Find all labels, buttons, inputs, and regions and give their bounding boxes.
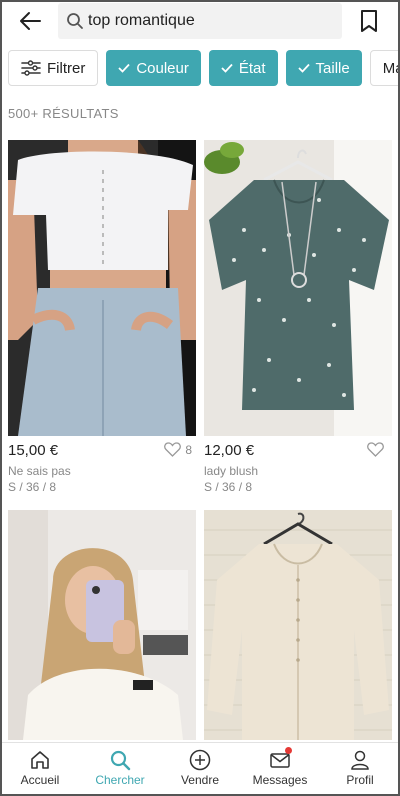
filter-chips: Filtrer Couleur État Taille Marqu [8,50,400,86]
product-price: 12,00 € [204,442,255,459]
heart-icon [367,442,384,457]
bookmark-icon[interactable] [358,9,380,33]
filter-chip-taille[interactable]: Taille [285,50,362,86]
nav-item-messages[interactable]: Messages [240,743,320,796]
nav-label: Accueil [20,773,60,787]
search-input[interactable]: top romantique [58,3,342,39]
product-size: S / 36 / 8 [204,480,253,494]
filter-chip-label: Taille [315,59,350,77]
filter-chip-etat[interactable]: État [208,50,278,86]
search-icon [110,750,131,771]
filter-label: Filtrer [47,59,86,77]
nav-label: Vendre [180,773,220,787]
product-photo[interactable] [204,510,392,740]
product-card[interactable] [204,510,392,740]
nav-item-chercher[interactable]: Chercher [80,743,160,796]
search-query[interactable]: top romantique [88,12,195,30]
nav-label: Messages [252,773,308,787]
top-bar: top romantique [0,0,400,44]
nav-item-profil[interactable]: Profil [320,743,400,796]
product-card[interactable]: 15,00 € Ne sais pas S / 36 / 8 8 [8,140,196,494]
plus-circle-icon [189,749,211,771]
sliders-icon [21,60,41,76]
product-photo[interactable] [204,140,392,436]
product-brand: lady blush [204,464,259,478]
nav-item-vendre[interactable]: Vendre [160,743,240,796]
product-meta: 12,00 € lady blush S / 36 / 8 [204,436,392,494]
favorite-button[interactable] [367,442,388,457]
filter-chip-marque[interactable]: Marqu [369,50,400,86]
nav-label: Profil [346,773,374,787]
product-photo[interactable] [8,510,196,740]
back-arrow-icon[interactable] [18,10,42,32]
results-count: 500+ RÉSULTATS [8,106,119,121]
nav-label: Chercher [95,773,145,787]
favorite-count: 8 [185,442,192,457]
bottom-nav: Accueil Chercher Vendre Messages Profil [0,742,400,796]
filter-chip-label: État [238,59,266,77]
filter-chip-label: Marqu [382,59,400,77]
product-meta: 15,00 € Ne sais pas S / 36 / 8 8 [8,436,196,494]
check-icon [118,63,130,73]
product-card[interactable] [8,510,196,740]
product-card[interactable]: 12,00 € lady blush S / 36 / 8 [204,140,392,494]
check-icon [221,63,233,73]
notification-badge [285,747,292,754]
nav-item-accueil[interactable]: Accueil [0,743,80,796]
filter-chip-couleur[interactable]: Couleur [106,50,201,86]
filter-chip-label: Couleur [136,59,189,77]
filter-button[interactable]: Filtrer [8,50,99,86]
home-icon [31,751,49,769]
favorite-button[interactable]: 8 [164,442,192,457]
product-size: S / 36 / 8 [8,480,57,494]
heart-icon [164,442,182,457]
user-icon [351,750,369,770]
product-brand: Ne sais pas [8,464,71,478]
product-photo[interactable] [8,140,196,436]
check-icon [297,63,310,73]
search-icon [67,13,83,29]
